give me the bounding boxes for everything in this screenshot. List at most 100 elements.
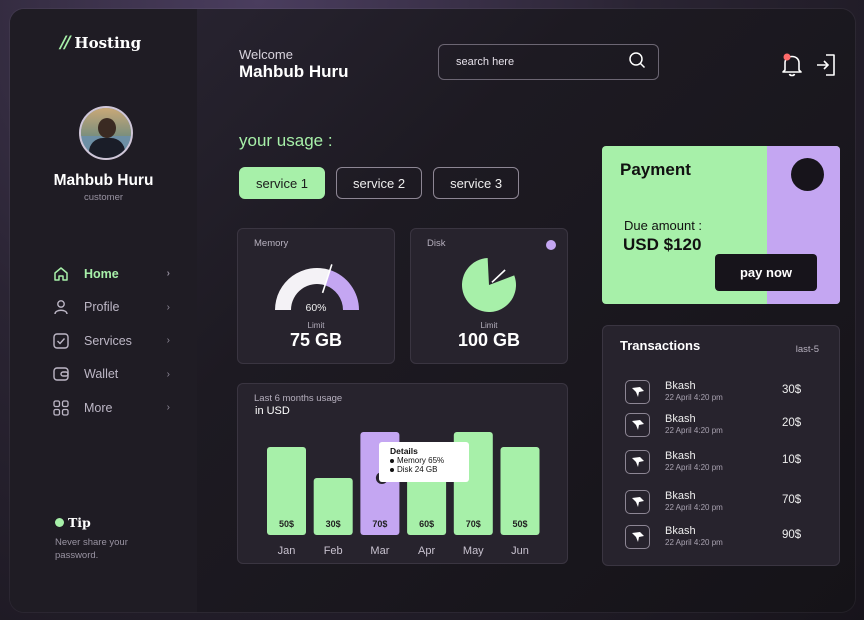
sidebar-item-profile[interactable]: Profile › <box>50 291 170 325</box>
app-window: // Hosting Mahbub Huru customer Home › P… <box>10 9 855 612</box>
chevron-right-icon: › <box>166 268 170 280</box>
chart-data-label: 70$ <box>372 519 387 529</box>
tip-title: Tip <box>55 515 165 530</box>
transaction-date: 22 April 4:20 pm <box>665 503 723 512</box>
bkash-logo-icon <box>625 413 650 437</box>
payment-title: Payment <box>620 160 691 179</box>
tooltip-line-text: Disk 24 GB <box>397 465 438 474</box>
search-box[interactable] <box>438 44 659 80</box>
page-title: Mahbub Huru <box>239 62 349 81</box>
sidebar-item-label: Home <box>84 266 119 281</box>
memory-percent: 60% <box>305 302 327 314</box>
chart-tick-label: Mar <box>370 545 389 557</box>
app-logo[interactable]: // Hosting <box>60 33 141 53</box>
transaction-row[interactable]: Bkash 22 April 4:20 pm 20$ <box>625 413 815 443</box>
check-square-icon <box>50 332 72 350</box>
sidebar-item-label: Wallet <box>84 367 119 382</box>
logo-mark: // <box>60 33 71 53</box>
transaction-date: 22 April 4:20 pm <box>665 393 723 402</box>
bell-icon[interactable] <box>780 52 804 83</box>
sidebar-nav: Home › Profile › Services › Wallet › Mor… <box>50 257 170 425</box>
transaction-name: Bkash <box>665 525 696 537</box>
transaction-date: 22 April 4:20 pm <box>665 426 723 435</box>
pay-now-button[interactable]: pay now <box>715 254 817 291</box>
transaction-amount: 70$ <box>782 494 802 506</box>
chart-tooltip: Details Memory 65% Disk 24 GB <box>379 442 469 482</box>
tooltip-line-text: Memory 65% <box>397 456 445 465</box>
wallet-icon <box>50 365 72 383</box>
sidebar-item-label: More <box>84 400 113 415</box>
chart-tick-label: Jan <box>278 545 296 557</box>
transactions-card: Transactions last-5 Bkash 22 April 4:20 p… <box>602 325 840 566</box>
transaction-date: 22 April 4:20 pm <box>665 463 723 472</box>
bkash-logo-icon <box>625 490 650 514</box>
usage-chart-card: Last 6 months usage in USD 50$ Jan 30$ Feb 7… <box>237 383 568 564</box>
tooltip-title: Details <box>390 446 418 456</box>
chart-data-label: 30$ <box>326 519 341 529</box>
transaction-amount: 10$ <box>782 454 802 466</box>
transactions-title: Transactions <box>620 338 701 353</box>
bkash-logo-icon <box>625 525 650 549</box>
transaction-name: Bkash <box>665 490 696 502</box>
chart-tick-label: Jun <box>511 545 529 557</box>
sidebar-item-home[interactable]: Home › <box>50 257 170 291</box>
disk-limit-value: 100 GB <box>457 330 521 350</box>
memory-limit-value: 75 GB <box>289 330 343 350</box>
transactions-filter[interactable]: last-5 <box>796 344 819 355</box>
tab-service-1[interactable]: service 1 <box>239 167 326 199</box>
sidebar-user-name: Mahbub Huru <box>53 172 154 189</box>
sidebar-item-more[interactable]: More › <box>50 391 170 425</box>
memory-limit-label: Limit <box>307 321 325 330</box>
transaction-date: 22 April 4:20 pm <box>665 538 723 547</box>
transaction-name: Bkash <box>665 380 696 392</box>
transaction-row[interactable]: Bkash 22 April 4:20 pm 30$ <box>625 380 815 410</box>
bkash-logo-icon <box>625 450 650 474</box>
transaction-amount: 30$ <box>782 384 802 396</box>
tip-box: Tip Never share your password. <box>55 515 165 562</box>
transaction-row[interactable]: Bkash 22 April 4:20 pm 70$ <box>625 490 815 520</box>
memory-card: Memory 60% Limit 75 GB <box>237 228 395 364</box>
tab-service-2[interactable]: service 2 <box>336 167 423 199</box>
sidebar-item-services[interactable]: Services › <box>50 324 170 358</box>
logout-icon[interactable] <box>814 52 838 83</box>
due-amount-value: USD $120 <box>623 235 702 254</box>
bkash-logo-icon <box>625 380 650 404</box>
search-icon[interactable] <box>628 51 646 74</box>
usage-title: your usage : <box>239 131 333 150</box>
payment-dot-icon <box>791 158 824 191</box>
chevron-right-icon: › <box>166 368 170 380</box>
transaction-row[interactable]: Bkash 22 April 4:20 pm 90$ <box>625 525 815 555</box>
transaction-name: Bkash <box>665 413 696 425</box>
sidebar-item-label: Services <box>84 333 132 348</box>
chart-tick-label: Feb <box>324 545 343 557</box>
sidebar-item-label: Profile <box>84 300 120 315</box>
tab-service-3[interactable]: service 3 <box>433 167 520 199</box>
due-amount-label: Due amount : <box>624 218 703 233</box>
disk-limit-label: Limit <box>480 321 498 330</box>
service-tabs: service 1 service 2 service 3 <box>239 167 520 199</box>
chart-data-label: 50$ <box>279 519 294 529</box>
chevron-right-icon: › <box>166 335 170 347</box>
payment-card: Payment Due amount : USD $120 pay now <box>602 146 840 304</box>
chart-tick-label: Apr <box>418 545 435 557</box>
search-input[interactable] <box>456 56 628 68</box>
sidebar: // Hosting Mahbub Huru customer Home › P… <box>10 9 197 612</box>
grid-icon <box>50 399 72 417</box>
tooltip-line: Disk 24 GB <box>390 465 469 474</box>
avatar[interactable] <box>79 106 133 160</box>
chart-data-label: 50$ <box>512 519 527 529</box>
sidebar-user-role: customer <box>83 192 124 203</box>
transaction-amount: 20$ <box>782 417 802 429</box>
transaction-row[interactable]: Bkash 22 April 4:20 pm 10$ <box>625 450 815 480</box>
sidebar-item-wallet[interactable]: Wallet › <box>50 358 170 392</box>
user-icon <box>50 298 72 316</box>
chart-data-label: 60$ <box>419 519 434 529</box>
transaction-amount: 90$ <box>782 529 802 541</box>
chart-data-label: 70$ <box>466 519 481 529</box>
chart-tick-label: May <box>463 545 484 557</box>
tip-text: Never share your password. <box>55 537 128 561</box>
chevron-right-icon: › <box>166 301 170 313</box>
disk-card: Disk Limit 100 GB <box>410 228 568 364</box>
header-actions <box>780 52 838 83</box>
tooltip-line: Memory 65% <box>390 456 469 465</box>
